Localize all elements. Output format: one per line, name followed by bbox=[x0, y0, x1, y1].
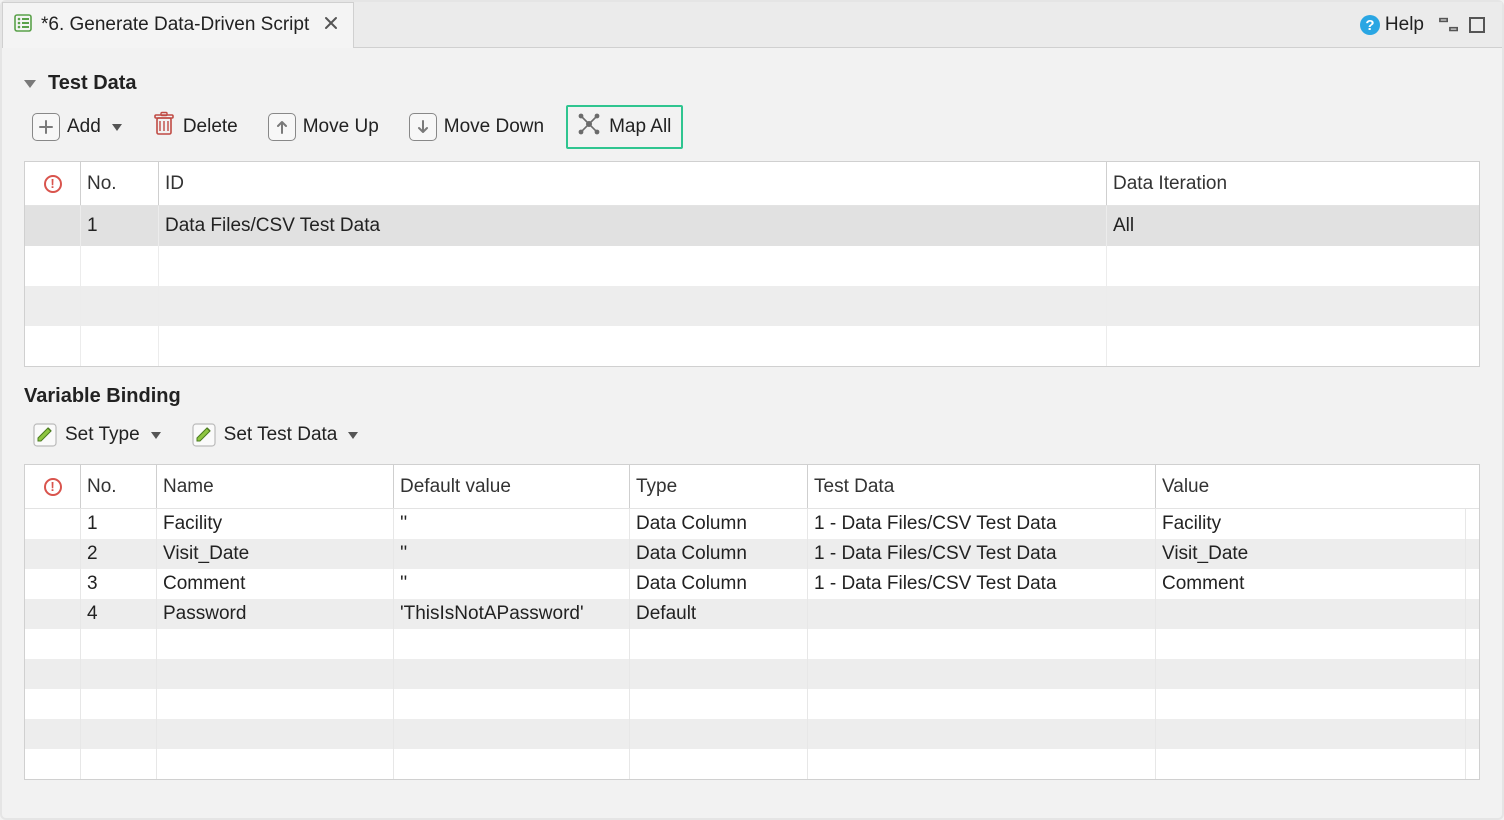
col-type[interactable]: Type bbox=[630, 465, 808, 508]
edit-icon bbox=[191, 422, 217, 448]
warning-icon: ! bbox=[44, 175, 62, 193]
set-type-button[interactable]: Set Type bbox=[24, 418, 169, 452]
variable-binding-title: Variable Binding bbox=[24, 385, 181, 408]
map-all-button[interactable]: Map All bbox=[572, 109, 675, 145]
window-controls: ? Help bbox=[1359, 14, 1502, 36]
arrow-down-icon bbox=[409, 113, 437, 141]
arrow-up-icon bbox=[268, 113, 296, 141]
editor-tab[interactable]: *6. Generate Data-Driven Script bbox=[2, 2, 354, 48]
help-button[interactable]: ? Help bbox=[1359, 14, 1424, 36]
test-data-table: ! No. ID Data Iteration 1 Data Files/CSV… bbox=[24, 161, 1480, 367]
close-icon[interactable] bbox=[323, 14, 339, 37]
move-up-button[interactable]: Move Up bbox=[260, 109, 387, 145]
table-row[interactable] bbox=[25, 629, 1479, 659]
delete-button[interactable]: Delete bbox=[144, 107, 246, 147]
table-row[interactable]: 1 Facility '' Data Column 1 - Data Files… bbox=[25, 509, 1479, 539]
variable-binding-toolbar: Set Type Set Test Data bbox=[24, 418, 1480, 452]
col-name[interactable]: Name bbox=[157, 465, 394, 508]
col-no[interactable]: No. bbox=[81, 162, 159, 205]
svg-text:?: ? bbox=[1365, 17, 1374, 34]
table-row[interactable]: 4 Password 'ThisIsNotAPassword' Default bbox=[25, 599, 1479, 629]
edit-icon bbox=[32, 422, 58, 448]
variable-binding-table: ! No. Name Default value Type Test Data … bbox=[24, 464, 1480, 780]
help-label: Help bbox=[1385, 14, 1424, 36]
chevron-down-icon bbox=[112, 124, 122, 131]
col-default[interactable]: Default value bbox=[394, 465, 630, 508]
set-test-data-button[interactable]: Set Test Data bbox=[183, 418, 367, 452]
map-all-highlight: Map All bbox=[566, 105, 683, 149]
table-row[interactable] bbox=[25, 286, 1479, 326]
trash-icon bbox=[152, 111, 176, 143]
chevron-down-icon bbox=[151, 432, 161, 439]
col-test-data[interactable]: Test Data bbox=[808, 465, 1156, 508]
maximize-icon[interactable] bbox=[1466, 14, 1488, 36]
test-data-section-header: Test Data bbox=[24, 72, 1480, 95]
test-data-title: Test Data bbox=[48, 72, 137, 95]
table-row[interactable]: 1 Data Files/CSV Test Data All bbox=[25, 206, 1479, 246]
move-down-button[interactable]: Move Down bbox=[401, 109, 552, 145]
col-id[interactable]: ID bbox=[159, 162, 1107, 205]
table-row[interactable] bbox=[25, 719, 1479, 749]
tab-title: *6. Generate Data-Driven Script bbox=[41, 14, 309, 36]
table-row[interactable]: 2 Visit_Date '' Data Column 1 - Data Fil… bbox=[25, 539, 1479, 569]
plus-icon bbox=[32, 113, 60, 141]
warning-icon: ! bbox=[44, 478, 62, 496]
list-icon bbox=[13, 13, 33, 38]
minimize-icon[interactable] bbox=[1438, 14, 1460, 36]
table-header: ! No. ID Data Iteration bbox=[25, 162, 1479, 206]
variable-binding-section-header: Variable Binding bbox=[24, 385, 1480, 408]
test-data-toolbar: Add Delete Move Up Move bbox=[24, 105, 1480, 149]
collapse-icon[interactable] bbox=[24, 80, 36, 88]
table-row[interactable] bbox=[25, 326, 1479, 366]
table-row[interactable] bbox=[25, 749, 1479, 779]
table-row[interactable] bbox=[25, 246, 1479, 286]
map-icon bbox=[576, 111, 602, 143]
table-row[interactable] bbox=[25, 659, 1479, 689]
col-value[interactable]: Value bbox=[1156, 465, 1466, 508]
col-iteration[interactable]: Data Iteration bbox=[1107, 162, 1469, 205]
col-no[interactable]: No. bbox=[81, 465, 157, 508]
table-row[interactable] bbox=[25, 689, 1479, 719]
tab-bar: *6. Generate Data-Driven Script ? Help bbox=[2, 2, 1502, 48]
table-row[interactable]: 3 Comment '' Data Column 1 - Data Files/… bbox=[25, 569, 1479, 599]
add-button[interactable]: Add bbox=[24, 109, 130, 145]
chevron-down-icon bbox=[348, 432, 358, 439]
table-header: ! No. Name Default value Type Test Data … bbox=[25, 465, 1479, 509]
